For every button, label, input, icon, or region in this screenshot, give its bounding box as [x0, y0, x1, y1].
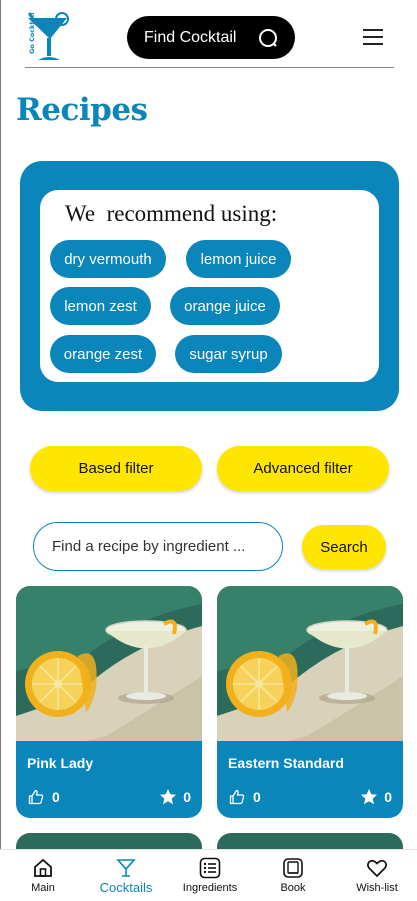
window-edge: [0, 0, 1, 901]
recipe-card[interactable]: Eastern Standard 0 0: [217, 586, 403, 818]
nav-main[interactable]: Main: [21, 850, 65, 901]
find-cocktail-button[interactable]: Find Cocktail: [127, 16, 295, 59]
nav-cocktails[interactable]: Cocktails: [93, 850, 159, 901]
like-counter[interactable]: 0: [229, 789, 261, 805]
star-icon: [361, 789, 378, 805]
like-count: 0: [52, 789, 60, 805]
advanced-filter-button[interactable]: Advanced filter: [217, 446, 389, 491]
ingredient-chip[interactable]: lemon juice: [186, 240, 291, 278]
recipe-name: Pink Lady: [27, 755, 94, 771]
star-icon: [160, 789, 177, 805]
favorite-count: 0: [183, 789, 191, 805]
bottom-navigation: Main Cocktails Ingredients Book Wish-lis…: [0, 849, 417, 901]
favorite-counter[interactable]: 0: [360, 788, 392, 806]
based-filter-button[interactable]: Based filter: [30, 446, 202, 491]
recipe-card[interactable]: Pink Lady 0 0: [16, 586, 202, 818]
cocktail-glass-icon: [116, 859, 136, 877]
nav-label: Ingredients: [182, 882, 238, 894]
recommend-panel: We recommend using: dry vermouth lemon j…: [20, 161, 399, 411]
header-divider: [25, 67, 394, 68]
nav-label: Main: [31, 882, 55, 894]
page-title: Recipes: [16, 92, 148, 128]
heart-icon: [367, 859, 387, 878]
recipe-name: Eastern Standard: [228, 755, 344, 771]
find-cocktail-label: Find Cocktail: [144, 28, 237, 46]
logo-text: Go Cocktail: [28, 13, 36, 54]
like-count: 0: [253, 789, 261, 805]
ingredient-search-input[interactable]: [33, 522, 283, 571]
nav-label: Wish-list: [356, 882, 398, 894]
list-icon: [199, 857, 221, 879]
favorite-count: 0: [384, 789, 392, 805]
ingredient-chip[interactable]: dry vermouth: [50, 240, 166, 278]
ingredient-chip[interactable]: lemon zest: [50, 287, 151, 325]
ingredient-chip[interactable]: orange juice: [170, 287, 280, 325]
search-button[interactable]: Search: [302, 525, 386, 569]
like-counter[interactable]: 0: [28, 789, 60, 805]
nav-label: Book: [280, 882, 306, 894]
app-logo[interactable]: Go Cocktail: [25, 12, 73, 64]
ingredient-chip[interactable]: sugar syrup: [175, 335, 282, 373]
favorite-counter[interactable]: 0: [159, 788, 191, 806]
nav-book[interactable]: Book: [272, 850, 314, 901]
recommend-title: We recommend using:: [65, 201, 278, 226]
nav-wish-list[interactable]: Wish-list: [349, 850, 405, 901]
book-icon: [283, 858, 303, 878]
cocktail-photo: [217, 586, 403, 741]
thumbs-up-icon: [28, 789, 44, 805]
cocktail-photo: [16, 586, 202, 741]
ingredient-chip[interactable]: orange zest: [50, 335, 156, 373]
home-icon: [34, 858, 52, 877]
recommend-card: We recommend using: dry vermouth lemon j…: [40, 190, 379, 382]
thumbs-up-icon: [229, 789, 245, 805]
nav-label: Cocktails: [99, 880, 153, 895]
nav-ingredients[interactable]: Ingredients: [176, 850, 244, 901]
search-icon: [259, 28, 277, 47]
hamburger-icon[interactable]: [361, 27, 385, 47]
